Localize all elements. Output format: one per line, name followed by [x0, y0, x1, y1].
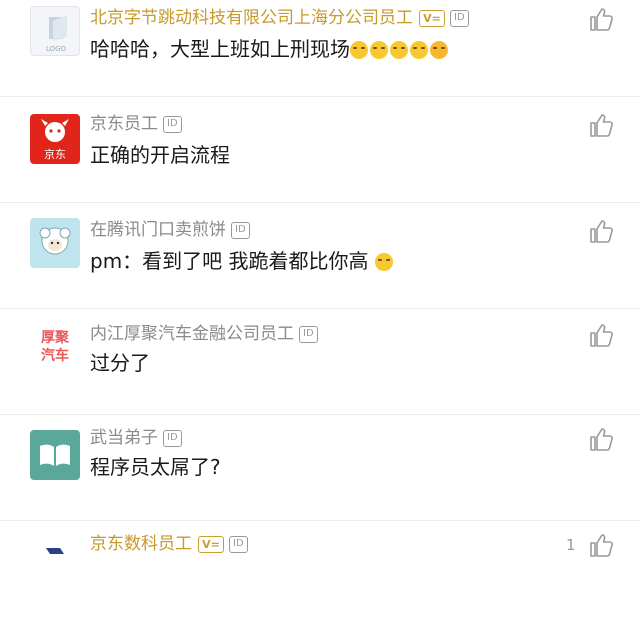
comment-text: pm：看到了吧 我跪着都比你高 — [90, 248, 395, 274]
username-text: 北京字节跳动科技有限公司上海分公司员工 — [90, 8, 413, 28]
avatar[interactable]: 厚聚 汽车 — [30, 324, 80, 374]
comment-item: 京东数科员工 V= ID 1 — [0, 530, 640, 636]
grin-emoji-icon — [374, 253, 393, 271]
id-badge: ID — [229, 535, 248, 553]
avatar-logo-text: 京东 — [44, 147, 66, 161]
verified-badge: V= — [419, 9, 445, 27]
comment-username[interactable]: 京东员工 ID — [90, 114, 182, 134]
id-badge: ID — [163, 115, 182, 133]
comment-item: LOGO 北京字节跳动科技有限公司上海分公司员工 V= ID 哈哈哈，大型上班如上刑… — [0, 0, 640, 106]
comment-text: 哈哈哈，大型上班如上刑现场 — [90, 36, 450, 62]
divider — [0, 414, 640, 415]
grin-emoji-icon — [410, 41, 428, 59]
comment-username[interactable]: 内江厚聚汽车金融公司员工 ID — [90, 324, 318, 344]
avatar-logo-text: LOGO — [46, 45, 67, 53]
thumbs-up-icon[interactable] — [588, 218, 614, 244]
avatar[interactable] — [30, 218, 80, 268]
avatar-logo-line1: 厚聚 — [41, 330, 69, 346]
username-text: 京东数科员工 — [90, 534, 192, 554]
comment-username[interactable]: 北京字节跳动科技有限公司上海分公司员工 V= ID — [90, 8, 469, 28]
comment-username[interactable]: 京东数科员工 V= ID — [90, 534, 248, 554]
shock-emoji-icon — [430, 41, 448, 59]
avatar-logo-line2: 汽车 — [41, 348, 69, 364]
thumbs-up-icon[interactable] — [588, 6, 614, 32]
username-text: 京东员工 — [90, 114, 158, 134]
comment-item: 京东 京东员工 ID 正确的开启流程 — [0, 106, 640, 212]
like-count: 1 — [566, 536, 576, 554]
logo-placeholder-icon: LOGO — [46, 15, 67, 53]
id-badge: ID — [450, 9, 469, 27]
username-text: 武当弟子 — [90, 428, 158, 448]
thumbs-up-icon[interactable] — [588, 112, 614, 138]
comment-username[interactable]: 武当弟子 ID — [90, 428, 182, 448]
id-badge: ID — [163, 429, 182, 447]
grin-emoji-icon — [350, 41, 368, 59]
thumbs-up-icon[interactable] — [588, 532, 614, 558]
thumbs-up-icon[interactable] — [588, 322, 614, 348]
grin-emoji-icon — [390, 41, 408, 59]
comment-text: 正确的开启流程 — [90, 143, 230, 167]
comment-text: 程序员太屌了? — [90, 455, 221, 479]
id-badge: ID — [231, 221, 250, 239]
comment-text: 过分了 — [90, 351, 150, 375]
verified-badge: V= — [198, 535, 224, 553]
book-icon — [40, 444, 70, 466]
divider — [0, 308, 640, 309]
divider — [0, 96, 640, 97]
divider — [0, 202, 640, 203]
avatar[interactable]: LOGO — [30, 6, 80, 56]
avatar[interactable] — [30, 538, 80, 588]
grin-emoji-icon — [370, 41, 388, 59]
jd-dog-logo-icon: 京东 — [41, 119, 69, 161]
thumbs-up-icon[interactable] — [588, 426, 614, 452]
comment-item: 厚聚 汽车 内江厚聚汽车金融公司员工 ID 过分了 — [0, 318, 640, 424]
username-text: 内江厚聚汽车金融公司员工 — [90, 324, 294, 344]
avatar[interactable]: 京东 — [30, 114, 80, 164]
jd-finance-logo-icon — [46, 548, 64, 554]
comment-text-content: pm：看到了吧 我跪着都比你高 — [90, 249, 369, 273]
id-badge: ID — [299, 325, 318, 343]
avatar[interactable] — [30, 430, 80, 480]
username-text: 在腾讯门口卖煎饼 — [90, 220, 226, 240]
sheep-avatar-icon — [39, 227, 71, 255]
comment-item: 武当弟子 ID 程序员太屌了? — [0, 424, 640, 530]
divider — [0, 520, 640, 521]
comment-username[interactable]: 在腾讯门口卖煎饼 ID — [90, 220, 250, 240]
comment-item: 在腾讯门口卖煎饼 ID pm：看到了吧 我跪着都比你高 — [0, 212, 640, 318]
comment-text-content: 哈哈哈，大型上班如上刑现场 — [90, 37, 350, 61]
